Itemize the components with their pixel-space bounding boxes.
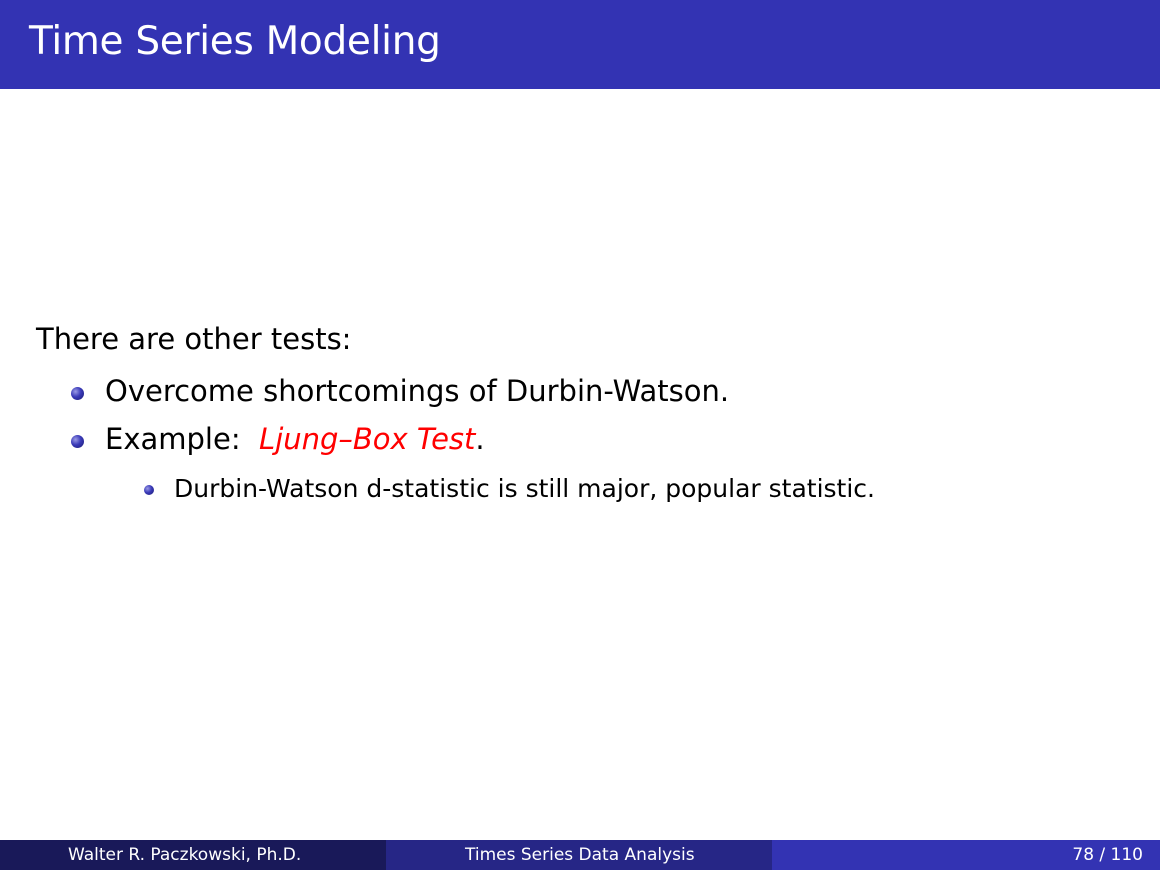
bullet-text: Example: Ljung–Box Test. [105,425,485,454]
footer-page-number: 78 / 110 [1072,845,1143,865]
footer-course: Times Series Data Analysis [465,845,695,865]
footer-author-section: Walter R. Paczkowski, Ph.D. [0,840,386,870]
sub-bullet-icon [144,485,154,495]
footer-page-section: 78 / 110 [772,840,1160,870]
intro-text: There are other tests: [36,322,352,356]
bullet-icon [71,435,84,448]
footer-author: Walter R. Paczkowski, Ph.D. [68,845,302,865]
example-label: Example: [105,422,260,456]
ljung-box-highlight: Ljung–Box Test [259,422,476,456]
bullet-icon [71,387,84,400]
sub-bullet-text: Durbin-Watson d-statistic is still major… [174,474,875,503]
bullet-text: Overcome shortcomings of Durbin-Watson. [105,374,730,408]
slide-content: There are other tests: Overcome shortcom… [0,0,1160,840]
footer-course-section: Times Series Data Analysis [386,840,772,870]
footer: Walter R. Paczkowski, Ph.D. Times Series… [0,840,1160,870]
example-suffix: . [475,422,485,456]
